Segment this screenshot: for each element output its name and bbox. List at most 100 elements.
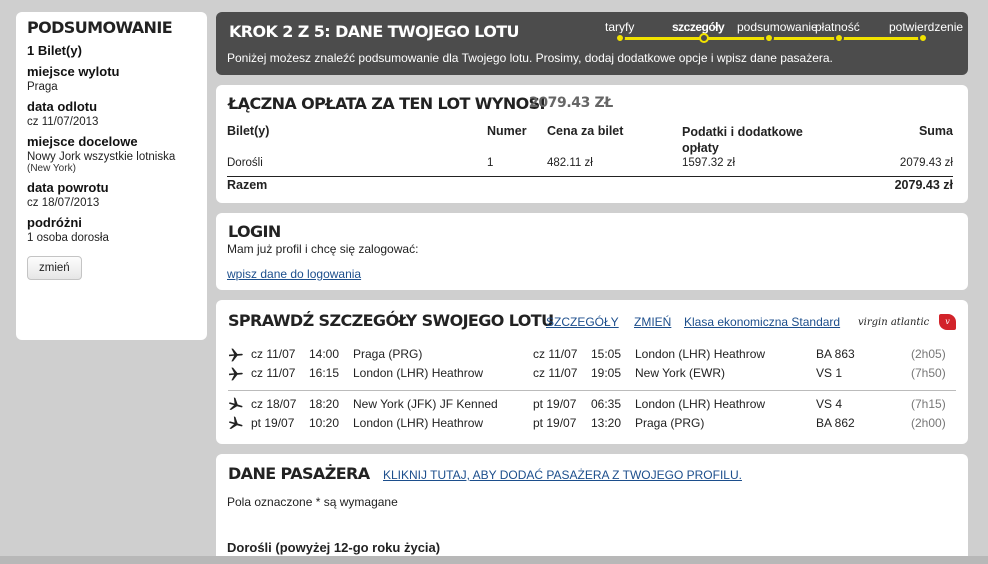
- plane-return-icon: [229, 397, 243, 410]
- progress-tracker: taryfy szczegóły podsumowanie płatność p…: [216, 12, 968, 47]
- col-taxes: Podatki i dodatkowe opłaty: [682, 125, 803, 155]
- sidebar-value-departure: Praga: [27, 81, 58, 93]
- total-divider: [227, 176, 953, 177]
- flight-details-link[interactable]: SZCZEGÓŁY: [546, 315, 619, 329]
- plane-outbound-icon: [229, 367, 243, 381]
- total-label: Razem: [227, 178, 268, 192]
- row-ticket: Dorośli: [227, 157, 263, 169]
- segment-arr-time: 19:05: [591, 366, 622, 380]
- login-panel: LOGIN Mam już profil i chcę się zalogowa…: [216, 213, 968, 290]
- segment-arr-time: 13:20: [591, 416, 622, 430]
- sidebar-value-destination: Nowy Jork wszystkie lotniska: [27, 151, 176, 163]
- row-price: 482.11 zł: [547, 157, 593, 169]
- progress-step-confirmation: potwierdzenie: [889, 20, 964, 34]
- row-taxes: 1597.32 zł: [682, 157, 736, 169]
- segment-duration: (7h50): [911, 366, 946, 380]
- segment-arr-date: pt 19/07: [533, 416, 577, 430]
- flight-segment-row: cz 11/07 16:15 London (LHR) Heathrow cz …: [216, 364, 968, 383]
- plane-outbound-icon: [229, 348, 243, 362]
- segment-to: New York (EWR): [635, 366, 726, 380]
- segment-arr-date: cz 11/07: [533, 347, 578, 361]
- segment-from: London (LHR) Heathrow: [353, 366, 484, 380]
- segment-dep-date: cz 11/07: [251, 347, 296, 361]
- col-ticket: Bilet(y): [227, 124, 270, 138]
- segment-from: London (LHR) Heathrow: [353, 416, 484, 430]
- segment-from: New York (JFK) JF Kenned: [353, 397, 498, 411]
- segment-dep-time: 18:20: [309, 397, 340, 411]
- sidebar-tickets: 1 Bilet(y): [27, 43, 82, 58]
- sidebar-label-travellers: podróżni: [27, 215, 82, 230]
- step-header: KROK 2 Z 5: DANE TWOJEGO LOTU taryfy szc…: [216, 12, 968, 75]
- fare-title: ŁĄCZNA OPŁATA ZA TEN LOT WYNOSI: [228, 94, 545, 113]
- progress-step-payment: płatność: [815, 20, 860, 34]
- total-sum: 2079.43 zł: [894, 178, 953, 192]
- progress-dot-summary: [764, 33, 774, 43]
- progress-step-fares: taryfy: [605, 20, 635, 34]
- sidebar-value-travellers: 1 osoba dorosła: [27, 232, 109, 244]
- required-fields-note: Pola oznaczone * są wymagane: [227, 495, 398, 509]
- progress-step-details: szczegóły: [672, 20, 725, 34]
- segment-duration: (2h05): [911, 347, 946, 361]
- sidebar-label-departure-date: data odlotu: [27, 99, 98, 114]
- flight-title: SPRAWDŹ SZCZEGÓŁY SWOJEGO LOTU: [228, 311, 554, 330]
- passenger-title: DANE PASAŻERA: [228, 464, 370, 483]
- login-link[interactable]: wpisz dane do logowania: [227, 267, 361, 281]
- segment-from: Praga (PRG): [353, 347, 423, 361]
- segment-duration: (2h00): [911, 416, 946, 430]
- passenger-panel: DANE PASAŻERA KLIKNIJ TUTAJ, ABY DODAĆ P…: [216, 454, 968, 564]
- segment-dep-date: cz 18/07: [251, 397, 297, 411]
- fare-class-link[interactable]: Klasa ekonomiczna Standard: [684, 315, 840, 329]
- login-title: LOGIN: [228, 222, 281, 241]
- sidebar-title: PODSUMOWANIE: [27, 18, 173, 37]
- col-number: Numer: [487, 124, 527, 138]
- segment-arr-time: 06:35: [591, 397, 622, 411]
- progress-step-summary: podsumowanie: [737, 20, 818, 34]
- col-price: Cena za bilet: [547, 124, 624, 138]
- sidebar-label-destination: miejsce docelowe: [27, 134, 138, 149]
- segment-duration: (7h15): [911, 397, 946, 411]
- progress-dot-payment: [834, 33, 844, 43]
- segment-arr-date: pt 19/07: [533, 397, 577, 411]
- segment-flight-number: BA 863: [816, 347, 855, 361]
- flight-panel: SPRAWDŹ SZCZEGÓŁY SWOJEGO LOTU SZCZEGÓŁY…: [216, 300, 968, 444]
- col-sum: Suma: [918, 124, 953, 138]
- add-passenger-from-profile-link[interactable]: KLIKNIJ TUTAJ, ABY DODAĆ PASAŻERA Z TWOJ…: [383, 468, 742, 482]
- segment-dep-date: cz 11/07: [251, 366, 296, 380]
- passenger-group-heading: Dorośli (powyżej 12-go roku życia): [227, 540, 441, 555]
- airline-logo-text: virgin atlantic: [858, 317, 930, 328]
- segment-to: London (LHR) Heathrow: [635, 397, 766, 411]
- segment-dep-time: 16:15: [309, 366, 340, 380]
- airline-badge-icon: v: [939, 314, 956, 330]
- segment-dep-time: 14:00: [309, 347, 340, 361]
- segment-flight-number: VS 4: [816, 397, 843, 411]
- fare-panel: ŁĄCZNA OPŁATA ZA TEN LOT WYNOSI 2079.43 …: [216, 85, 968, 203]
- segment-flight-number: BA 862: [816, 416, 855, 430]
- bottom-scroll-edge: [0, 556, 988, 564]
- flight-segment-row: cz 18/07 18:20 New York (JFK) JF Kenned …: [216, 395, 968, 414]
- flight-segment-row: pt 19/07 10:20 London (LHR) Heathrow pt …: [216, 414, 968, 433]
- segment-arr-time: 15:05: [591, 347, 622, 361]
- sidebar-label-return-date: data powrotu: [27, 180, 109, 195]
- segment-to: London (LHR) Heathrow: [635, 347, 766, 361]
- segment-dep-date: pt 19/07: [251, 416, 295, 430]
- summary-sidebar: PODSUMOWANIE 1 Bilet(y) miejsce wylotu P…: [16, 12, 207, 340]
- segment-arr-date: cz 11/07: [533, 366, 578, 380]
- flight-change-link[interactable]: ZMIEŃ: [634, 315, 671, 329]
- progress-dot-details: [699, 33, 709, 43]
- sidebar-label-departure: miejsce wylotu: [27, 64, 120, 79]
- step-description: Poniżej możesz znaleźć podsumowanie dla …: [227, 51, 833, 65]
- virgin-atlantic-logo: virgin atlantic v: [856, 314, 956, 332]
- segment-dep-time: 10:20: [309, 416, 340, 430]
- segment-flight-number: VS 1: [816, 366, 843, 380]
- sidebar-value-return-date: cz 18/07/2013: [27, 197, 100, 209]
- progress-dot-confirmation: [918, 33, 928, 43]
- segment-to: Praga (PRG): [635, 416, 705, 430]
- sidebar-value-destination-sub: (New York): [27, 163, 76, 174]
- plane-return-icon: [229, 416, 243, 429]
- flight-segment-row: cz 11/07 14:00 Praga (PRG) cz 11/07 15:0…: [216, 345, 968, 364]
- sidebar-value-departure-date: cz 11/07/2013: [27, 116, 99, 128]
- change-button[interactable]: zmień: [27, 256, 82, 280]
- progress-dot-fares: [615, 33, 625, 43]
- fare-total-amount: 2079.43 ZŁ: [529, 95, 613, 111]
- row-sum: 2079.43 zł: [899, 157, 953, 169]
